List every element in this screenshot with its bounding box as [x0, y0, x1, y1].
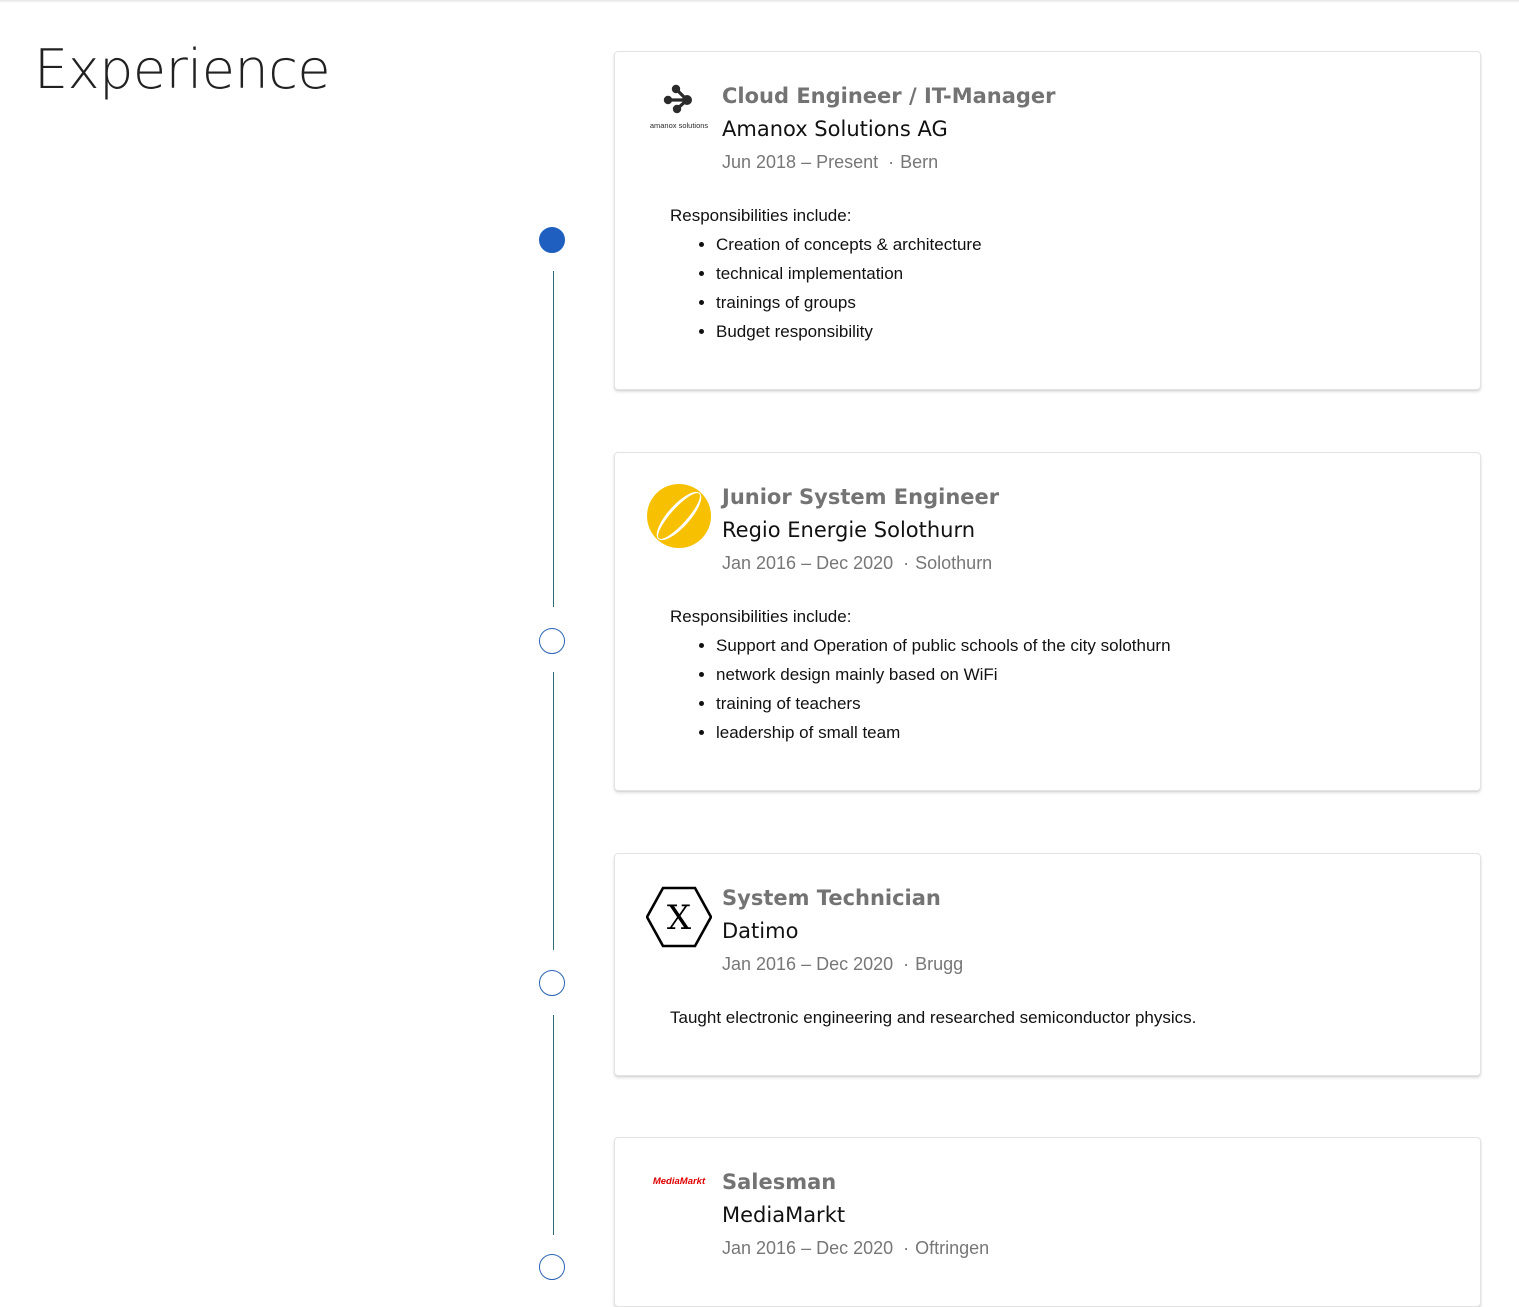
- timeline-dot-1[interactable]: [539, 227, 565, 253]
- job-title: Salesman: [722, 1170, 837, 1194]
- experience-card-mediamarkt: MediaMarkt Salesman MediaMarkt Jan 2016 …: [614, 1137, 1481, 1307]
- job-location: Brugg: [915, 954, 964, 974]
- job-meta: Jan 2016 – Dec 2020 · Brugg: [722, 954, 964, 974]
- list-item: trainings of groups: [716, 288, 982, 317]
- amanox-logo-icon: amanox solutions: [646, 82, 712, 148]
- timeline-dot-3[interactable]: [539, 970, 565, 996]
- timeline-connector-3: [553, 1015, 554, 1235]
- job-location: Bern: [900, 152, 939, 172]
- job-location: Oftringen: [915, 1238, 990, 1258]
- mediamarkt-logo-icon: MediaMarkt: [646, 1168, 712, 1234]
- experience-card-regio-energie: Junior System Engineer Regio Energie Sol…: [614, 452, 1481, 791]
- list-item: training of teachers: [716, 689, 1171, 718]
- list-item: Support and Operation of public schools …: [716, 631, 1171, 660]
- svg-text:amanox solutions: amanox solutions: [650, 121, 709, 130]
- responsibilities-intro: Responsibilities include:: [670, 607, 852, 626]
- list-item: Creation of concepts & architecture: [716, 230, 982, 259]
- svg-text:MediaMarkt: MediaMarkt: [653, 1176, 706, 1187]
- company-name: Amanox Solutions AG: [722, 117, 948, 141]
- timeline-connector-1: [553, 271, 554, 607]
- experience-card-amanox: amanox solutions Cloud Engineer / IT-Man…: [614, 51, 1481, 390]
- list-item: Budget responsibility: [716, 317, 982, 346]
- job-description: Responsibilities include: Support and Op…: [670, 602, 1171, 747]
- company-name: MediaMarkt: [722, 1203, 846, 1227]
- timeline-connector-2: [553, 672, 554, 950]
- job-title: System Technician: [722, 886, 941, 910]
- experience-card-datimo: X System Technician Datimo Jan 2016 – De…: [614, 853, 1481, 1076]
- job-title: Junior System Engineer: [722, 485, 1000, 509]
- list-item: leadership of small team: [716, 718, 1171, 747]
- job-period: Jan 2016 – Dec 2020: [722, 954, 894, 974]
- job-period: Jun 2018 – Present: [722, 152, 879, 172]
- job-meta: Jan 2016 – Dec 2020 · Solothurn: [722, 553, 993, 573]
- job-title: Cloud Engineer / IT-Manager: [722, 84, 1056, 108]
- list-item: network design mainly based on WiFi: [716, 660, 1171, 689]
- job-location: Solothurn: [915, 553, 993, 573]
- timeline-dot-2[interactable]: [539, 628, 565, 654]
- job-period: Jan 2016 – Dec 2020: [722, 553, 894, 573]
- job-meta: Jan 2016 – Dec 2020 · Oftringen: [722, 1238, 990, 1258]
- job-period: Jan 2016 – Dec 2020: [722, 1238, 894, 1258]
- responsibilities-list: Support and Operation of public schools …: [670, 631, 1171, 747]
- list-item: technical implementation: [716, 259, 982, 288]
- job-description: Taught electronic engineering and resear…: [670, 1003, 1196, 1032]
- company-name: Datimo: [722, 919, 799, 943]
- responsibilities-intro: Responsibilities include:: [670, 206, 852, 225]
- datimo-hexagon-x-logo-icon: X: [645, 884, 713, 950]
- company-name: Regio Energie Solothurn: [722, 518, 976, 542]
- job-description: Responsibilities include: Creation of co…: [670, 201, 982, 346]
- regio-energie-logo-icon: [646, 483, 712, 549]
- job-summary: Taught electronic engineering and resear…: [670, 1008, 1197, 1027]
- job-meta: Jun 2018 – Present · Bern: [722, 152, 939, 172]
- responsibilities-list: Creation of concepts & architecture tech…: [670, 230, 982, 346]
- svg-text:X: X: [667, 898, 692, 938]
- timeline-dot-4[interactable]: [539, 1254, 565, 1280]
